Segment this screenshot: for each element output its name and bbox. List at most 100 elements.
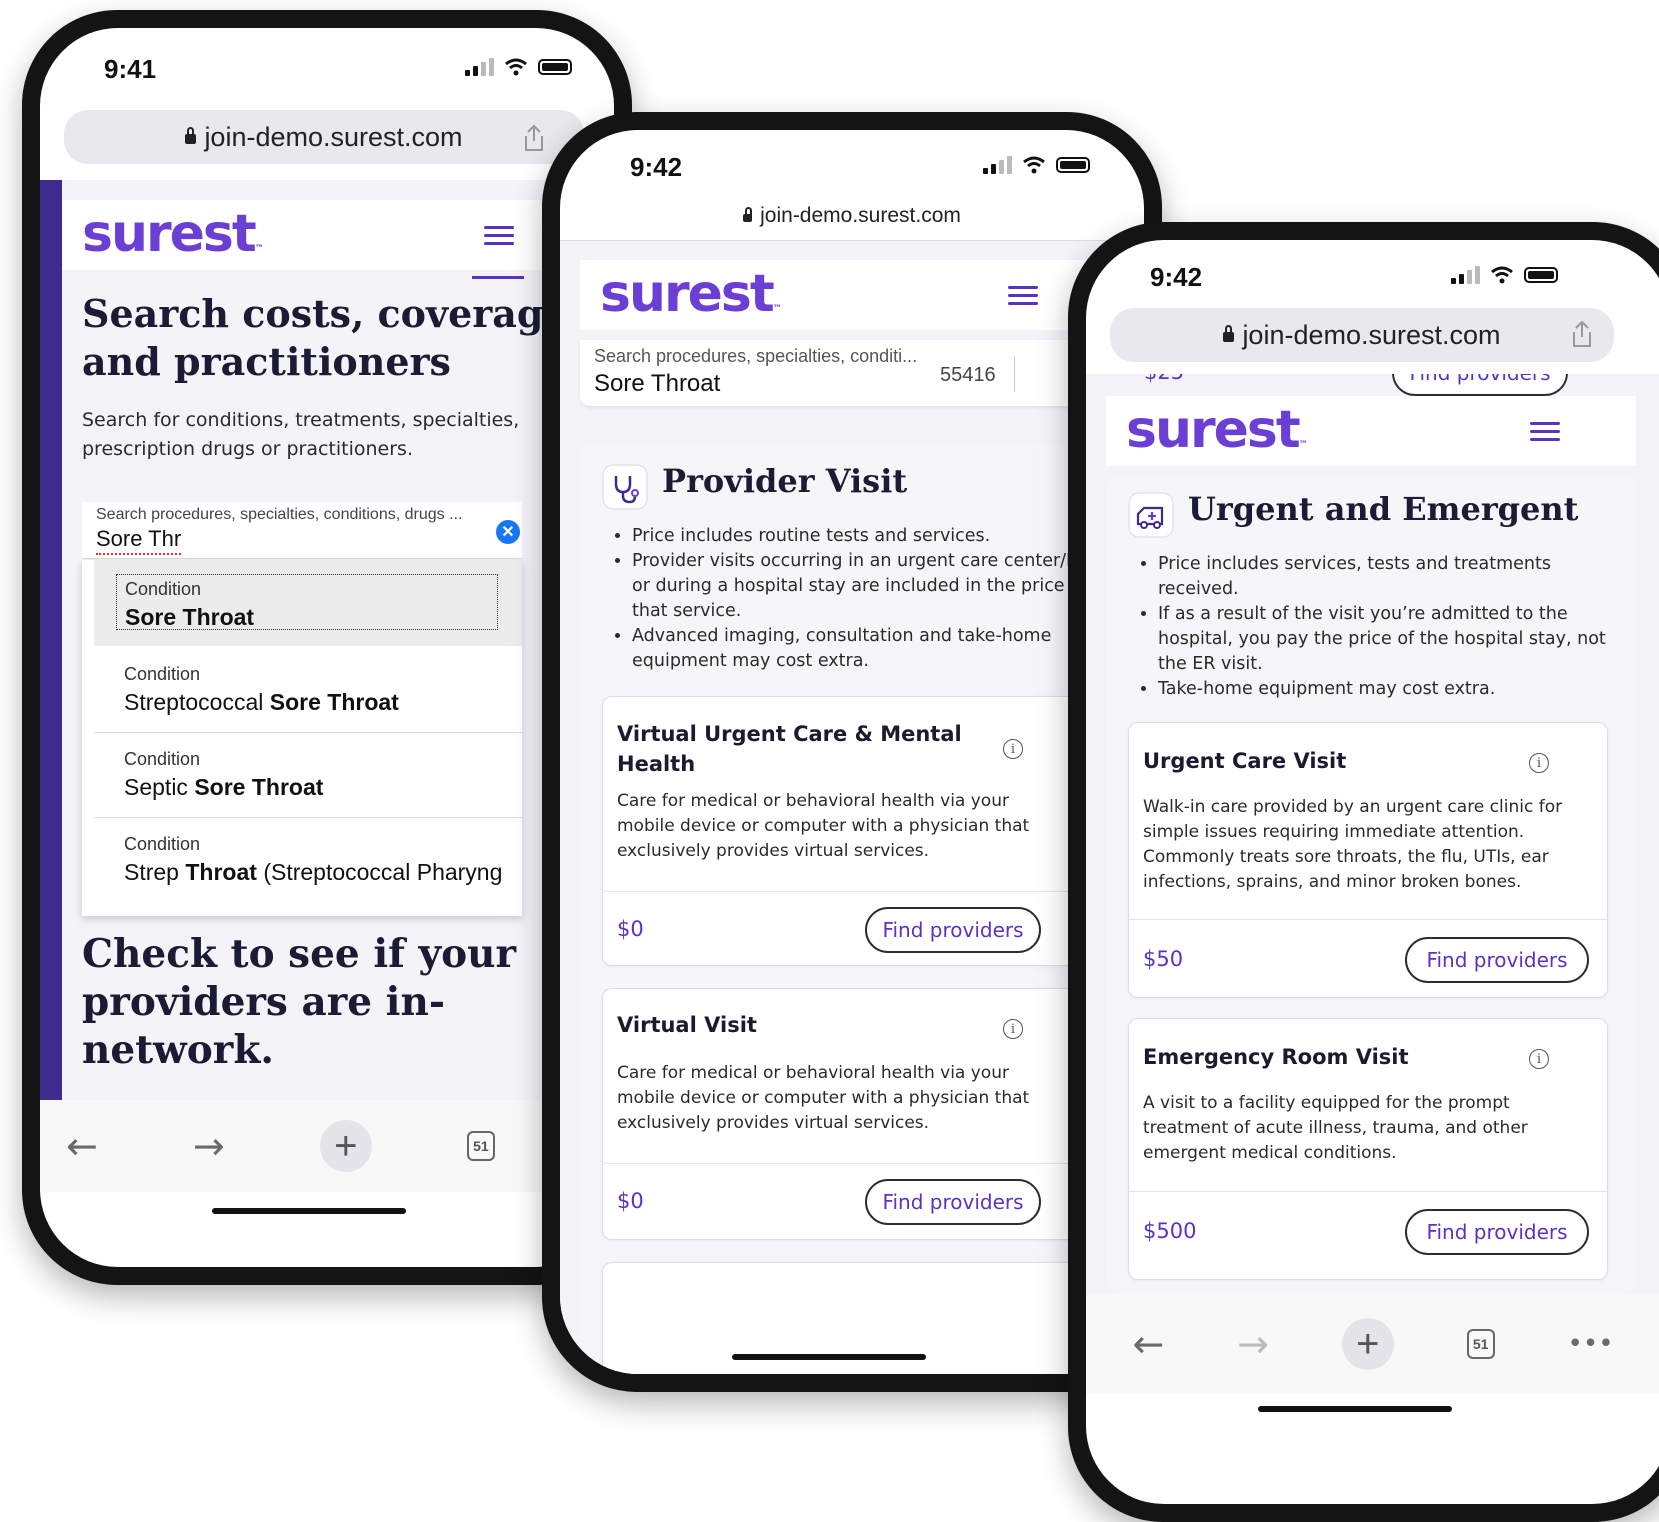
- section-title: Provider Visit: [662, 462, 908, 500]
- browser-toolbar: ← → + 51 •••: [1086, 1294, 1659, 1394]
- phone-2-screen: 9:42 join-demo.surest.com surest™ Search…: [560, 130, 1144, 1374]
- url-text: join-demo.surest.com: [1242, 319, 1501, 350]
- search-divider: [1014, 356, 1015, 392]
- card-title: Virtual Urgent Care & Mental Health: [617, 722, 962, 776]
- search-box[interactable]: Search procedures, specialties, conditio…: [82, 502, 522, 559]
- wifi-icon: [505, 58, 527, 76]
- find-providers-button[interactable]: Find providers: [1405, 1209, 1589, 1255]
- tabs-icon[interactable]: 51: [466, 1131, 495, 1161]
- card-description: Walk-in care provided by an urgent care …: [1143, 797, 1563, 892]
- search-placeholder: Search procedures, specialties, conditi.…: [594, 346, 918, 366]
- page-title: Search costs, coverage and practitioners: [82, 291, 568, 384]
- status-bar: 9:41: [40, 28, 614, 88]
- service-card: Virtual Urgent Care & Mental Health i Car…: [602, 696, 1144, 966]
- find-providers-button[interactable]: Find providers: [865, 907, 1041, 953]
- home-indicator: [732, 1354, 926, 1360]
- suggestion-text: Septic Sore Throat: [124, 774, 324, 800]
- suggestion-item[interactable]: Condition Strep Throat (Streptococcal Ph…: [94, 818, 522, 908]
- section-notes: Price includes services, tests and treat…: [1132, 552, 1658, 702]
- status-time: 9:41: [104, 54, 157, 84]
- forward-icon[interactable]: →: [1237, 1322, 1269, 1366]
- address-bar[interactable]: join-demo.surest.com: [1110, 308, 1614, 362]
- suggestion-item[interactable]: Condition Streptococcal Sore Throat: [94, 648, 522, 733]
- phone-3-frame: 9:42 join-demo.surest.com $25 Find provi…: [1068, 222, 1659, 1522]
- battery-icon: [1524, 267, 1558, 283]
- service-card: Urgent Care Visit i Walk-in care provide…: [1128, 722, 1608, 998]
- surest-logo[interactable]: surest™: [1126, 400, 1308, 460]
- back-icon[interactable]: ←: [1132, 1322, 1164, 1366]
- phone-1-frame: 9:41 join-demo.surest.com surest™ Search…: [22, 10, 632, 1285]
- zip-input[interactable]: 55416: [940, 364, 996, 387]
- share-icon[interactable]: [522, 124, 546, 152]
- section-heading: Check to see if your providers are in- n…: [82, 931, 517, 1073]
- address-bar[interactable]: join-demo.surest.com: [64, 110, 584, 164]
- info-icon[interactable]: i: [1529, 1049, 1549, 1069]
- ambulance-icon: [1128, 492, 1174, 538]
- suggestion-item[interactable]: Condition Septic Sore Throat: [94, 733, 522, 818]
- suggestion-type: Condition: [125, 579, 202, 599]
- back-icon[interactable]: ←: [66, 1124, 98, 1168]
- site-header: surest™: [580, 260, 1144, 330]
- battery-icon: [1056, 157, 1090, 173]
- find-providers-button[interactable]: Find providers: [865, 1179, 1041, 1225]
- clear-search-icon[interactable]: ✕: [496, 520, 520, 544]
- status-bar: 9:42: [560, 130, 1144, 190]
- more-icon[interactable]: •••: [1568, 1329, 1614, 1359]
- card-divider: [1129, 919, 1607, 920]
- new-tab-icon[interactable]: +: [1341, 1318, 1394, 1370]
- suggestion-text: Sore Throat: [125, 604, 255, 630]
- forward-icon[interactable]: →: [193, 1124, 225, 1168]
- service-card: Virtual Visit i Care for medical or beha…: [602, 988, 1144, 1240]
- card-description: A visit to a facility equipped for the p…: [1143, 1093, 1528, 1163]
- surest-logo[interactable]: surest™: [600, 264, 782, 324]
- card-price: $50: [1143, 947, 1184, 971]
- battery-icon: [538, 59, 572, 75]
- home-indicator: [1258, 1406, 1452, 1412]
- card-price: $0: [617, 917, 644, 941]
- new-tab-icon[interactable]: +: [319, 1120, 372, 1172]
- signal-icon: [465, 58, 494, 76]
- url-text: join-demo.surest.com: [760, 204, 961, 227]
- card-price: $0: [617, 1189, 644, 1213]
- menu-icon[interactable]: [1008, 286, 1038, 306]
- share-icon[interactable]: [1570, 320, 1594, 348]
- provider-visit-panel: Provider Visit Price includes routine te…: [580, 442, 1144, 1374]
- card-divider: [603, 1163, 1144, 1164]
- info-icon[interactable]: i: [1003, 1019, 1023, 1039]
- tabs-icon[interactable]: 51: [1466, 1329, 1495, 1359]
- home-indicator: [212, 1208, 406, 1214]
- surest-logo[interactable]: surest™: [82, 204, 264, 264]
- card-title: Virtual Visit: [617, 1013, 757, 1037]
- suggestion-type: Condition: [124, 749, 201, 769]
- site-header: surest™: [62, 200, 614, 270]
- info-icon[interactable]: i: [1003, 739, 1023, 759]
- suggestion-dropdown: Condition Sore Throat Condition Streptoc…: [82, 560, 522, 916]
- page-sidebar-stripe: [40, 180, 62, 1100]
- header-underline: [472, 276, 524, 279]
- address-bar[interactable]: join-demo.surest.com: [560, 200, 1144, 232]
- wifi-icon: [1491, 266, 1513, 284]
- phone-3-screen: 9:42 join-demo.surest.com $25 Find provi…: [1086, 240, 1659, 1504]
- menu-icon[interactable]: [1530, 422, 1560, 442]
- section-notes: Price includes routine tests and service…: [606, 524, 1144, 674]
- browser-toolbar: ← → + 51 •••: [40, 1100, 614, 1192]
- lock-icon: [185, 127, 197, 144]
- info-icon[interactable]: i: [1529, 753, 1549, 773]
- suggestion-item[interactable]: Condition Sore Throat: [94, 560, 522, 646]
- card-description: Care for medical or behavioral health vi…: [617, 1063, 1030, 1133]
- urgent-emergent-panel: Urgent and Emergent Price includes servi…: [1106, 476, 1636, 1294]
- search-placeholder: Search procedures, specialties, conditio…: [96, 506, 463, 523]
- status-icons: [1451, 266, 1558, 284]
- search-summary[interactable]: Search procedures, specialties, conditi.…: [580, 340, 1144, 406]
- peek-find-providers-button[interactable]: Find providers: [1392, 374, 1568, 396]
- search-input[interactable]: Sore Thr: [96, 526, 182, 555]
- suggestion-type: Condition: [124, 664, 201, 684]
- find-providers-button[interactable]: Find providers: [1405, 937, 1589, 983]
- menu-icon[interactable]: [484, 226, 514, 246]
- page-subtitle: Search for conditions, treatments, speci…: [82, 409, 520, 460]
- status-time: 9:42: [630, 152, 683, 182]
- search-input[interactable]: Sore Throat: [594, 370, 720, 398]
- peek-price: $25: [1144, 374, 1184, 384]
- card-title: Urgent Care Visit: [1143, 749, 1347, 773]
- phone-1-screen: 9:41 join-demo.surest.com surest™ Search…: [40, 28, 614, 1267]
